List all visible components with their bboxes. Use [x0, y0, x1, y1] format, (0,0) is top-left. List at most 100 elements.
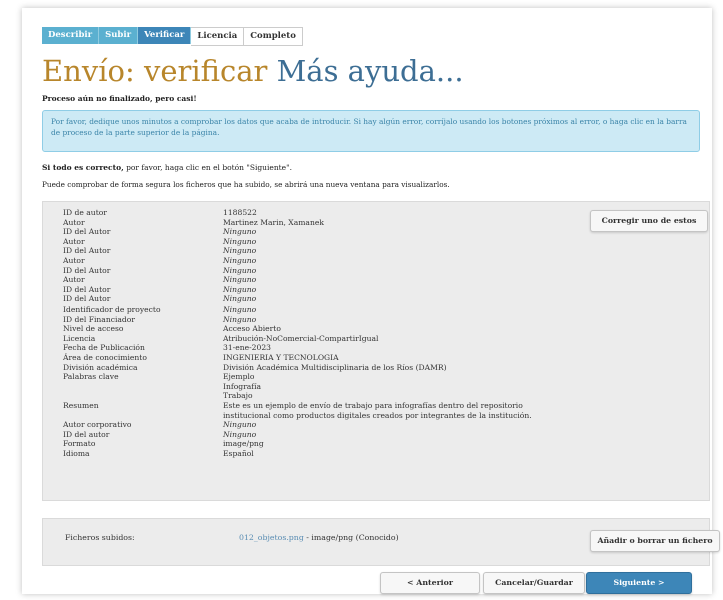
metadata-value: División Académica Multidisciplinaria de… — [223, 362, 447, 372]
metadata-row: Licencia Atribución-NoComercial-Compartir… — [63, 334, 563, 344]
progress-bar: Describir Subir Verificar Licencia Compl… — [42, 27, 303, 46]
metadata-row: Autor Ninguno — [63, 237, 563, 247]
metadata-row: Autor Ninguno — [63, 275, 563, 285]
metadata-key: Licencia — [63, 333, 96, 343]
metadata-key — [63, 411, 223, 421]
metadata-value: INGENIERIA Y TECNOLOGIA — [223, 352, 339, 362]
metadata-value: Ninguno — [223, 236, 257, 246]
metadata-value: Ninguno — [223, 255, 257, 265]
metadata-key: ID del Autor — [63, 246, 111, 256]
metadata-value: 31-ene-2023 — [223, 343, 271, 353]
metadata-row: ID del autor Ninguno — [63, 430, 563, 440]
metadata-row: ID de autor 1188522 — [63, 208, 563, 218]
info-alert: Por favor, dedique unos minutos a compro… — [42, 110, 700, 152]
tab-verify[interactable]: Verificar — [138, 27, 192, 44]
instruction-bold: Si todo es correcto, — [42, 163, 124, 172]
metadata-key: Resumen — [63, 400, 99, 410]
metadata-key: ID del autor — [63, 429, 110, 439]
metadata-row: Formato image/png — [63, 439, 563, 449]
metadata-key: ID del Autor — [63, 284, 111, 294]
metadata-value: Ejemplo — [223, 372, 255, 382]
metadata-value: Ninguno — [223, 265, 257, 275]
files-label: Ficheros subidos: — [65, 533, 135, 542]
metadata-value: Ninguno — [223, 314, 257, 324]
metadata-row: ID del Autor Ninguno — [63, 294, 563, 304]
author-list: ID de autor 1188522 Autor Martinez Marin, … — [63, 208, 563, 305]
metadata-key: Autor — [63, 275, 85, 285]
metadata-value: Ninguno — [223, 294, 257, 304]
metadata-value: Infografía — [223, 381, 262, 391]
next-button[interactable]: Siguiente > — [586, 572, 692, 594]
metadata-key: Nivel de acceso — [63, 324, 124, 334]
metadata-key: División académica — [63, 362, 138, 372]
metadata-key: Identificador de proyecto — [63, 305, 161, 314]
metadata-key: Autor corporativo — [63, 420, 132, 430]
metadata-key: ID del Autor — [63, 265, 111, 275]
metadata-row: Resumen Este es un ejemplo de envío de tr… — [63, 401, 563, 411]
metadata-row: Trabajo — [63, 391, 563, 401]
metadata-key: Fecha de Publicación — [63, 343, 145, 353]
metadata-row: institucional como productos digitales c… — [63, 411, 563, 421]
metadata-row: ID del Autor Ninguno — [63, 227, 563, 237]
metadata-row: Fecha de Publicación 31-ene-2023 — [63, 343, 563, 353]
metadata-value: Ninguno — [223, 227, 257, 237]
metadata-key: Formato — [63, 439, 96, 449]
metadata-key — [63, 391, 223, 401]
tab-describe[interactable]: Describir — [42, 27, 100, 44]
metadata-value: Ninguno — [223, 284, 257, 294]
metadata-key: Idioma — [63, 448, 90, 458]
cancel-save-button[interactable]: Cancelar/Guardar — [483, 572, 585, 594]
metadata-row: Idioma Español — [63, 449, 563, 459]
metadata-row: ID del Financiador Ninguno — [63, 315, 563, 325]
file-link[interactable]: 012_objetos.png — [239, 533, 304, 542]
status-subline: Proceso aún no finalizado, pero casi! — [42, 94, 197, 103]
metadata-key — [63, 382, 223, 392]
metadata-row: Autor Martinez Marin, Xamanek — [63, 218, 563, 228]
metadata-value: Martinez Marin, Xamanek — [223, 217, 324, 227]
metadata-value: Atribución-NoComercial-CompartirIgual — [223, 333, 379, 343]
file-info: - image/png (Conocido) — [303, 533, 399, 542]
metadata-value: 1188522 — [223, 208, 257, 217]
metadata-key: ID del Autor — [63, 227, 111, 237]
metadata-key: Área de conocimiento — [63, 352, 147, 362]
metadata-row: ID del Autor Ninguno — [63, 285, 563, 295]
files-note: Puede comprobar de forma segura los fich… — [42, 180, 450, 189]
instruction-text: Si todo es correcto, por favor, haga cli… — [42, 163, 292, 172]
metadata-key: ID del Financiador — [63, 314, 135, 324]
metadata-row: ID del Autor Ninguno — [63, 246, 563, 256]
metadata-row: Identificador de proyecto Ninguno — [63, 305, 563, 315]
metadata-value: Español — [223, 448, 254, 458]
metadata-value: Trabajo — [223, 391, 253, 401]
metadata-row: ID del Autor Ninguno — [63, 266, 563, 276]
metadata-row: División académica División Académica Mul… — [63, 363, 563, 373]
metadata-row: Área de conocimiento INGENIERIA Y TECNOLO… — [63, 353, 563, 363]
metadata-value: Este es un ejemplo de envío de trabajo p… — [223, 400, 523, 410]
page-title-text: Envío: verificar — [42, 54, 268, 88]
metadata-value: Ninguno — [223, 305, 257, 314]
tab-upload[interactable]: Subir — [99, 27, 139, 44]
metadata-row: Autor corporativo Ninguno — [63, 420, 563, 430]
metadata-value: Acceso Abierto — [223, 324, 281, 334]
metadata-value: image/png — [223, 439, 264, 449]
metadata-value: Ninguno — [223, 246, 257, 256]
metadata-value: institucional como productos digitales c… — [223, 410, 532, 420]
instruction-rest: por favor, haga clic en el botón "Siguie… — [123, 163, 292, 172]
tab-complete[interactable]: Completo — [244, 27, 303, 46]
uploaded-file: 012_objetos.png - image/png (Conocido) — [239, 533, 399, 542]
metadata-box: ID de autor 1188522 Autor Martinez Marin, … — [42, 201, 710, 501]
metadata-key: Palabras clave — [63, 372, 119, 382]
correct-metadata-button[interactable]: Corregir uno de estos — [590, 210, 708, 232]
metadata-value: Ninguno — [223, 275, 257, 285]
tab-license[interactable]: Licencia — [191, 27, 245, 46]
metadata-key: Autor — [63, 255, 85, 265]
metadata-row: Autor Ninguno — [63, 256, 563, 266]
metadata-value: Ninguno — [223, 429, 257, 439]
help-link[interactable]: Más ayuda... — [277, 54, 464, 88]
add-remove-file-button[interactable]: Añadir o borrar un fichero — [590, 530, 720, 552]
metadata-row: Nivel de acceso Acceso Abierto — [63, 324, 563, 334]
metadata-row: Infografía — [63, 382, 563, 392]
page-title: Envío: verificar Más ayuda... — [42, 54, 464, 88]
previous-button[interactable]: < Anterior — [380, 572, 480, 594]
metadata-key: ID de autor — [63, 208, 107, 217]
metadata-row: Palabras clave Ejemplo — [63, 372, 563, 382]
